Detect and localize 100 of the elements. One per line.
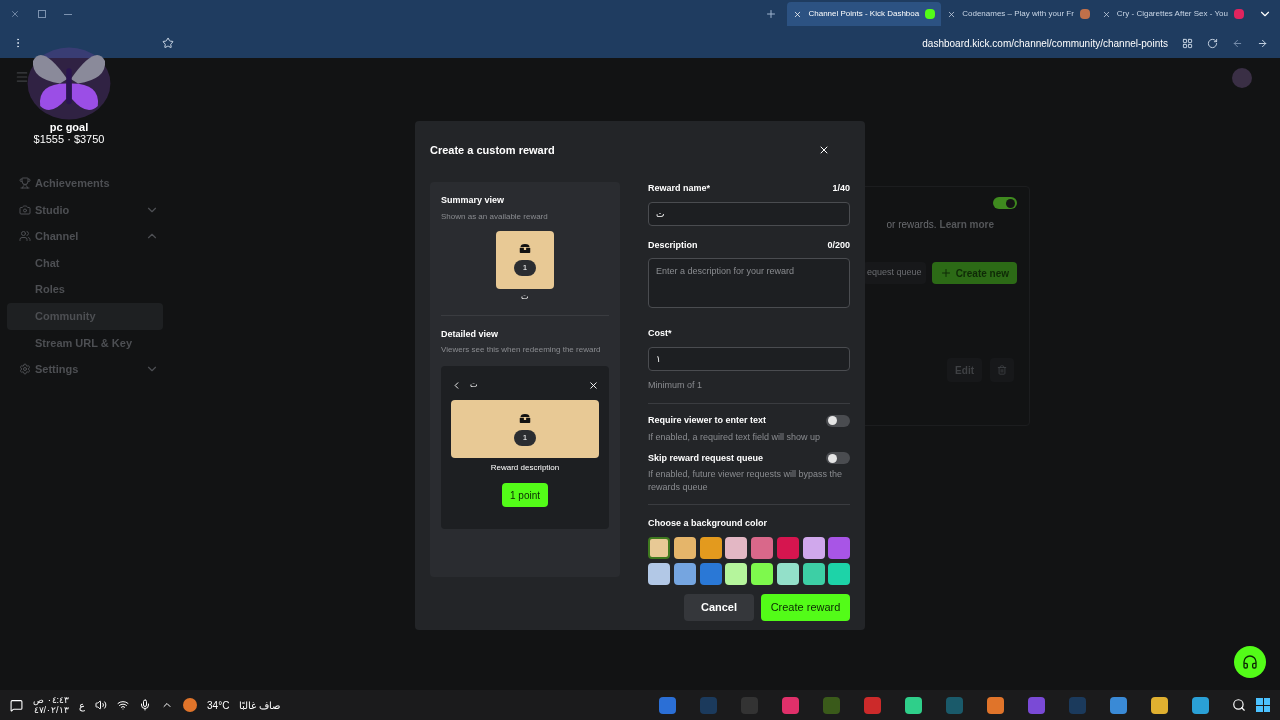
address-field[interactable]: dashboard.kick.com/channel/community/channel-points (922, 35, 1168, 51)
color-swatch[interactable] (673, 562, 696, 585)
weather-icon (183, 698, 198, 712)
queue-button[interactable]: equest queue (863, 262, 926, 284)
summary-heading: Summary view (441, 194, 506, 207)
goal-amount: $1555 · $3750 (33, 133, 105, 147)
color-swatch[interactable] (648, 562, 670, 585)
network-icon[interactable] (117, 699, 130, 711)
app-icon[interactable] (1192, 696, 1209, 714)
reward-name: ت (521, 290, 529, 303)
reward-description: Reward description (490, 462, 560, 474)
forward-icon[interactable] (1257, 37, 1268, 49)
color-swatch[interactable] (828, 536, 851, 559)
start-icon[interactable] (1256, 698, 1270, 712)
learn-more-link[interactable]: Learn more (939, 217, 994, 232)
color-swatch[interactable] (828, 562, 851, 585)
redeem-button[interactable]: 1 point (502, 483, 548, 507)
restore-icon[interactable] (38, 10, 46, 18)
color-swatch[interactable] (725, 562, 748, 585)
clock-date: ٤٧/٠٢/١٣ (33, 705, 69, 715)
browser-tab[interactable]: Channel Points - Kick Dashboa (787, 2, 942, 26)
sidebar-item[interactable]: Settings (7, 356, 163, 383)
settings-icon (19, 363, 31, 376)
char-counter: 1/40 (832, 182, 850, 195)
bookmark-icon[interactable] (162, 37, 174, 49)
browser-tab[interactable]: Cry - Cigarettes After Sex - You (1095, 2, 1250, 26)
reward-name: ت (470, 379, 479, 391)
app-icon[interactable] (1110, 696, 1127, 714)
sidebar-item[interactable]: Chat (7, 249, 163, 277)
sidebar-item[interactable]: Stream URL & Key (7, 329, 163, 357)
option-label: Require viewer to enter text (648, 414, 767, 427)
color-label: Choose a background color (648, 517, 769, 530)
app-icon[interactable] (905, 696, 922, 714)
app-icon[interactable] (1151, 696, 1168, 714)
clock-time: ٠٤:٤٣ ص (33, 695, 70, 705)
detailed-heading: Detailed view (441, 327, 500, 341)
weather-text: صاف غالبًا (239, 698, 281, 713)
color-swatch[interactable] (776, 562, 799, 585)
trash-icon (997, 365, 1007, 375)
search-icon[interactable] (1232, 698, 1246, 712)
tab-title: Cry - Cigarettes After Sex - You (1116, 8, 1228, 20)
field-label: Description (648, 238, 698, 252)
detailed-subtext: Viewers see this when redeeming the reward (441, 344, 602, 356)
site-settings-icon[interactable] (1182, 37, 1193, 49)
color-swatch[interactable] (725, 536, 748, 559)
notifications-icon[interactable] (10, 698, 23, 712)
color-swatch[interactable] (699, 562, 722, 585)
headset-icon (1242, 654, 1258, 670)
info-text: or rewards. (886, 218, 937, 232)
create-new-button[interactable]: Create new (931, 262, 1017, 284)
temperature: 34°C (207, 698, 230, 713)
users-icon (19, 230, 31, 243)
close-icon[interactable] (818, 144, 830, 156)
char-counter: 0/200 (827, 238, 850, 252)
cost-badge: 1 (513, 260, 537, 276)
color-swatch[interactable] (802, 562, 825, 585)
description-field[interactable]: Enter a description for your reward (648, 258, 850, 308)
sidebar-item[interactable]: Achievements (7, 170, 163, 197)
chest-icon (519, 243, 531, 254)
cost-badge: 1 (513, 429, 537, 446)
sidebar-item[interactable]: Roles (7, 276, 163, 303)
field-hint: Minimum of 1 (648, 378, 703, 392)
sidebar-item[interactable]: Channel (7, 223, 163, 250)
support-button[interactable] (1234, 646, 1266, 678)
microphone-icon[interactable] (139, 699, 152, 711)
toggle-switch[interactable] (826, 452, 850, 465)
color-swatch[interactable] (751, 536, 773, 559)
plus-icon (939, 267, 952, 279)
tab-title: Codenames – Play with your Fr (962, 8, 1074, 20)
app-icon[interactable] (987, 696, 1004, 714)
color-swatch[interactable] (776, 536, 799, 559)
toggle-switch[interactable] (993, 197, 1017, 209)
color-swatch[interactable] (751, 562, 773, 585)
field-label: Cost* (648, 327, 673, 340)
language-indicator[interactable]: ع (79, 697, 86, 713)
chest-icon (519, 412, 531, 424)
option-hint: If enabled, future viewer requests will bypass the rewards queue (648, 468, 844, 494)
volume-icon[interactable] (95, 699, 108, 711)
create-reward-button[interactable]: Create reward (761, 593, 850, 621)
minimize-icon[interactable] (64, 13, 72, 15)
color-swatch[interactable] (802, 536, 825, 559)
color-swatch[interactable] (699, 536, 722, 559)
cancel-button[interactable]: Cancel (684, 593, 754, 621)
close-icon[interactable] (588, 379, 599, 391)
app-icon[interactable] (782, 696, 799, 714)
back-icon[interactable] (1232, 37, 1243, 49)
dialog-title: Create a custom reward (430, 142, 555, 158)
goal-title: pc goal (49, 122, 89, 133)
reload-icon[interactable] (1207, 37, 1218, 49)
tab-title: Channel Points - Kick Dashboa (808, 8, 920, 20)
toggle-switch[interactable] (826, 414, 850, 427)
reward-name-field[interactable]: ت (648, 201, 850, 226)
trophy-icon (19, 177, 31, 190)
sidebar-item[interactable]: Studio (7, 196, 163, 224)
color-swatch[interactable] (648, 536, 670, 559)
browser-tab[interactable]: Codenames – Play with your Fr (941, 2, 1096, 26)
new-tab-icon[interactable] (765, 8, 778, 20)
app-icon[interactable] (659, 696, 676, 714)
color-swatch[interactable] (673, 536, 696, 559)
cost-field[interactable]: ١ (648, 346, 850, 371)
